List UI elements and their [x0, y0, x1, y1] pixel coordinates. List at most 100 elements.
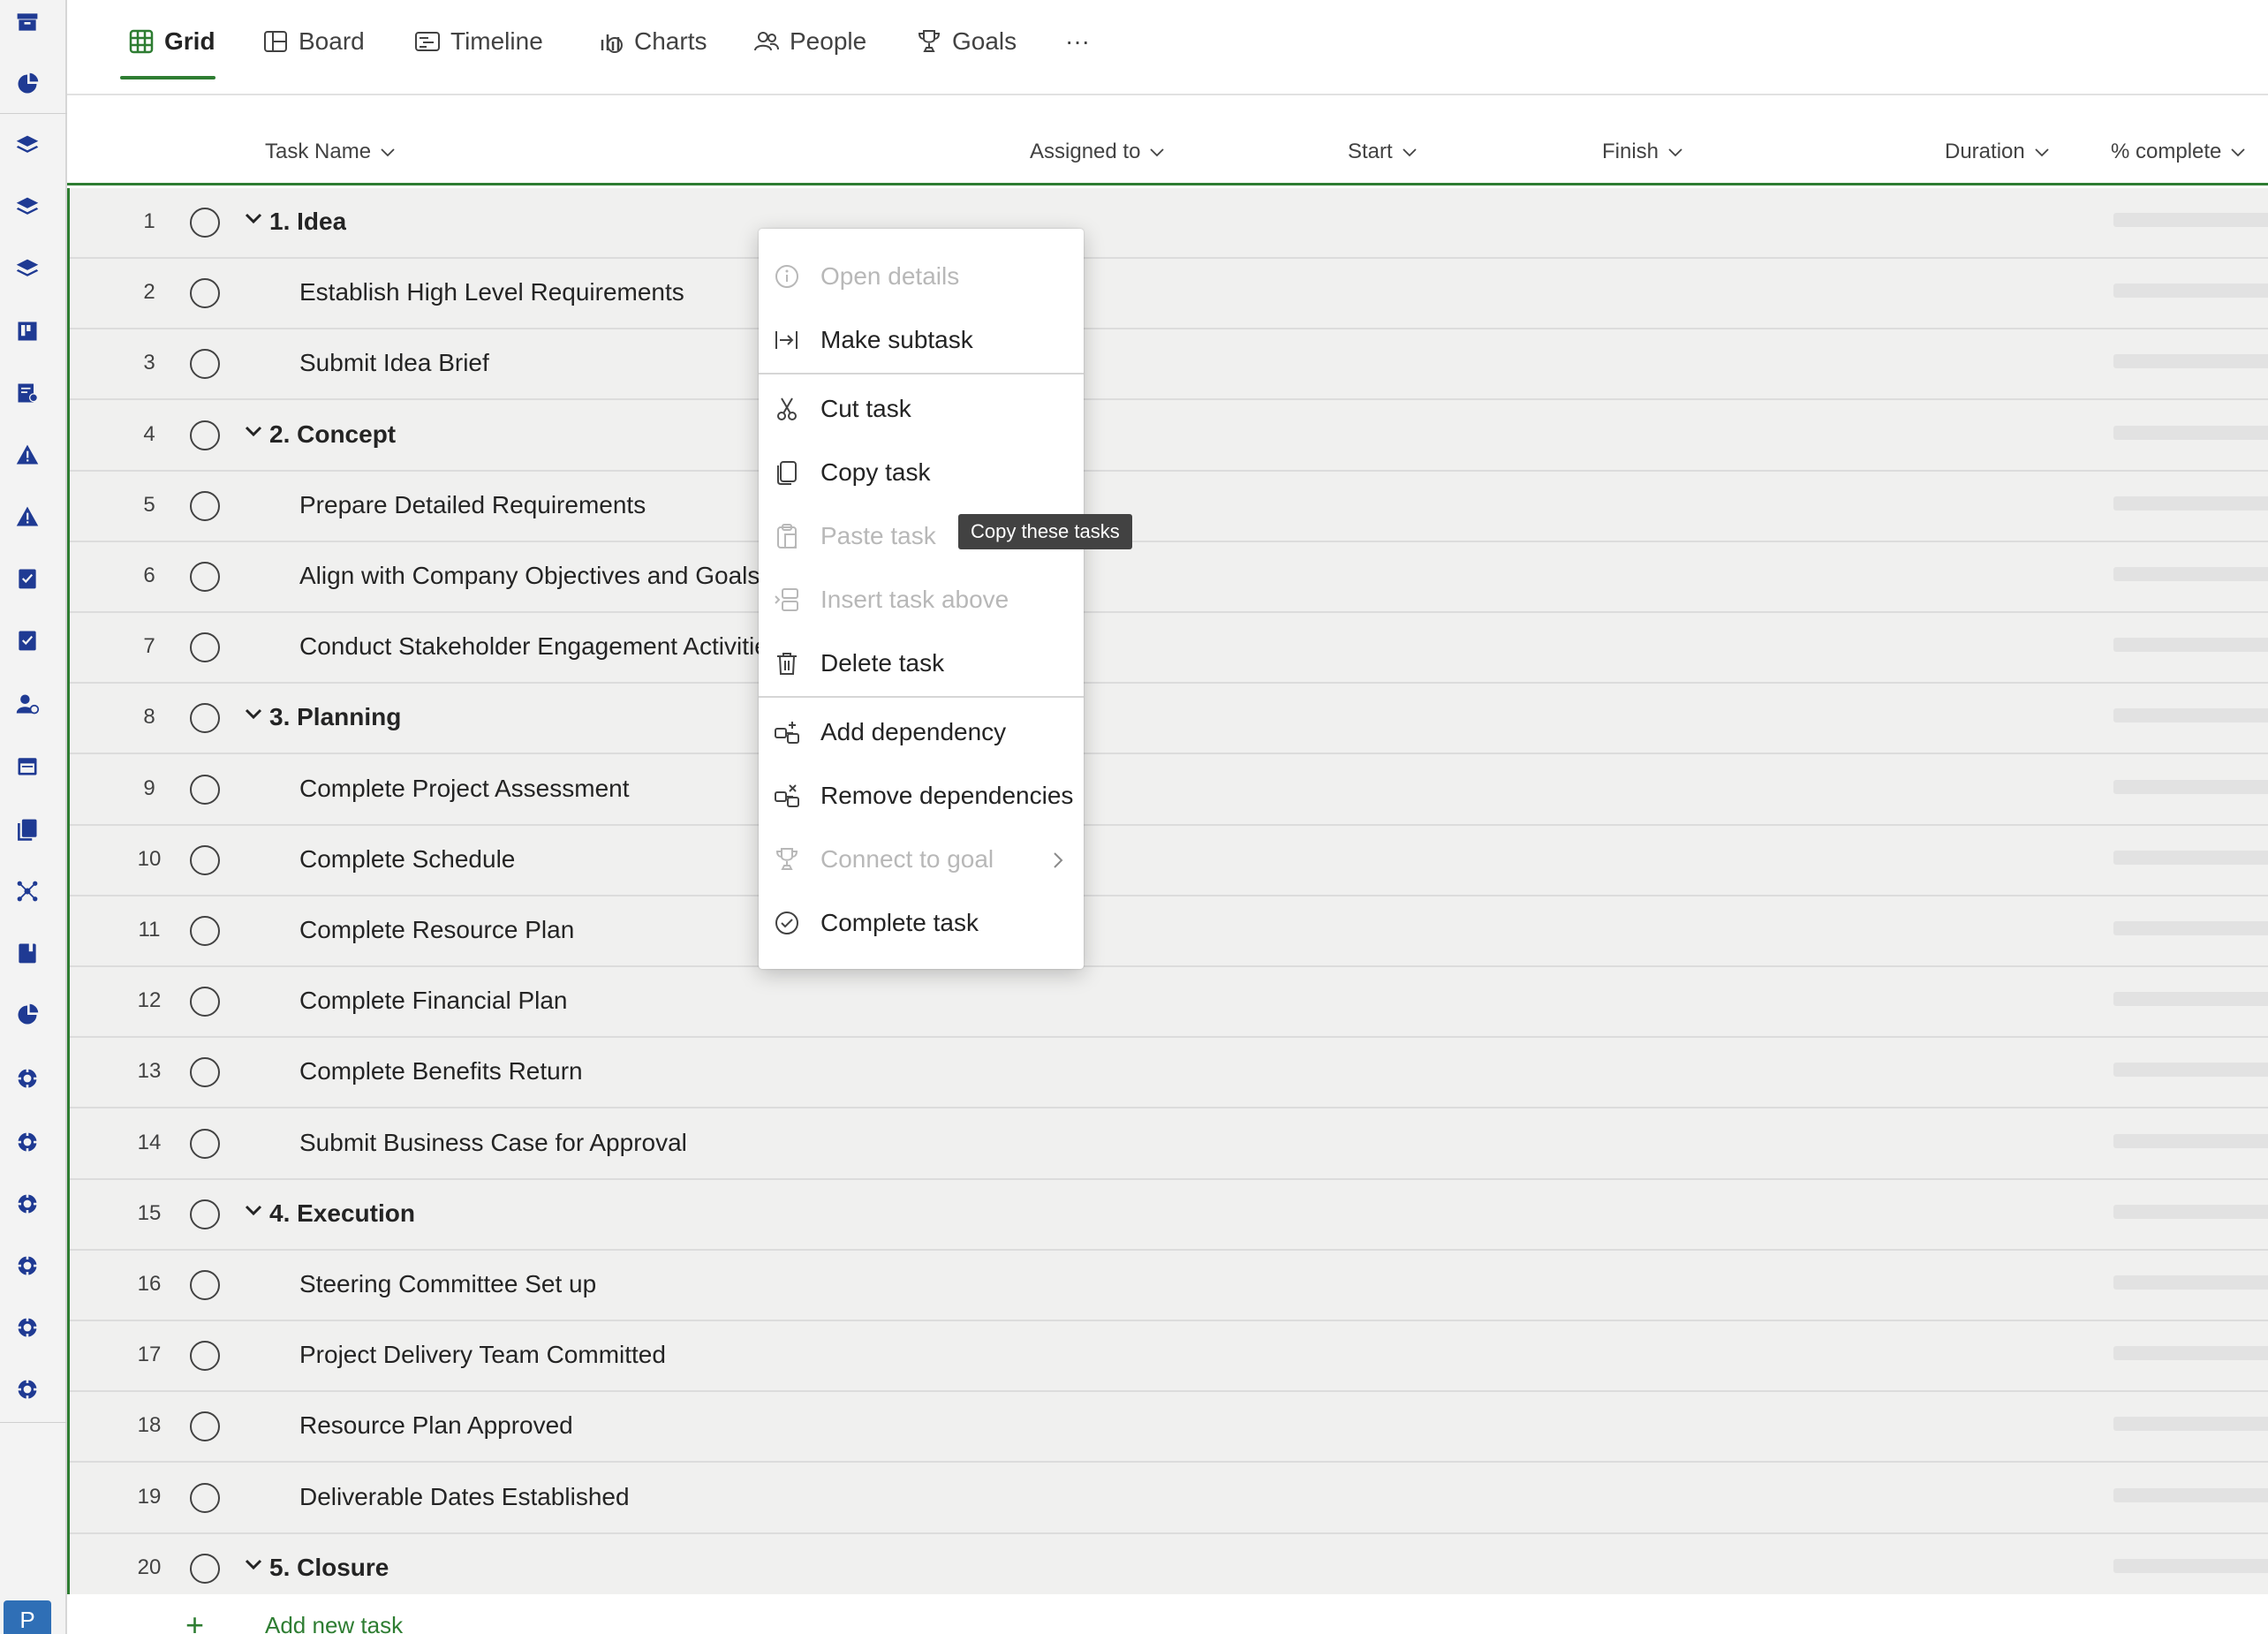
task-row[interactable]: 3 Submit Idea Brief — [70, 329, 2268, 401]
column-duration[interactable]: Duration — [1945, 140, 2052, 164]
complete-task-checkbox[interactable] — [190, 1482, 220, 1513]
complete-task-checkbox[interactable] — [190, 349, 220, 380]
complete-task-checkbox[interactable] — [190, 1057, 220, 1088]
complete-task-checkbox[interactable] — [190, 1411, 220, 1442]
collapse-toggle[interactable] — [243, 703, 264, 724]
summary-task-row[interactable]: 15 4. Execution — [70, 1180, 2268, 1251]
task-name[interactable]: Conduct Stakeholder Engagement Activitie — [299, 632, 768, 661]
task-name[interactable]: 3. Planning — [269, 703, 401, 731]
complete-task-checkbox[interactable] — [190, 774, 220, 805]
gear-icon[interactable] — [12, 1063, 42, 1093]
tab-goals[interactable]: Goals — [915, 21, 1017, 62]
gear-icon[interactable] — [12, 1312, 42, 1343]
more-tabs-button[interactable]: ··· — [1065, 21, 1090, 62]
task-name[interactable]: 4. Execution — [269, 1199, 415, 1228]
menu-item-add-dependency[interactable]: Add dependency — [759, 704, 1084, 760]
task-name[interactable]: Deliverable Dates Established — [299, 1483, 630, 1511]
task-name[interactable]: Prepare Detailed Requirements — [299, 491, 646, 519]
complete-task-checkbox[interactable] — [190, 1553, 220, 1584]
summary-task-row[interactable]: 1 1. Idea — [70, 188, 2268, 259]
task-row[interactable]: 14 Submit Business Case for Approval — [70, 1109, 2268, 1180]
tab-charts[interactable]: Charts — [597, 21, 707, 62]
menu-item-copy-task[interactable]: Copy task — [759, 444, 1084, 501]
complete-task-checkbox[interactable] — [190, 420, 220, 450]
collapse-toggle[interactable] — [243, 208, 264, 229]
complete-task-checkbox[interactable] — [190, 1128, 220, 1159]
task-name[interactable]: Complete Resource Plan — [299, 916, 574, 944]
complete-task-checkbox[interactable] — [190, 987, 220, 1017]
task-row[interactable]: 11 Complete Resource Plan — [70, 896, 2268, 967]
column-assigned-to[interactable]: Assigned to — [1030, 140, 1167, 164]
complete-task-checkbox[interactable] — [190, 1341, 220, 1372]
task-name[interactable]: 2. Concept — [269, 420, 396, 449]
collapse-toggle[interactable] — [243, 1199, 264, 1221]
complete-task-checkbox[interactable] — [190, 1199, 220, 1229]
task-row[interactable]: 17 Project Delivery Team Committed — [70, 1321, 2268, 1393]
network-icon[interactable] — [12, 876, 42, 906]
archive-icon[interactable] — [12, 7, 42, 37]
report-icon[interactable] — [12, 378, 42, 408]
documents-icon[interactable] — [12, 814, 42, 844]
complete-task-checkbox[interactable] — [190, 916, 220, 946]
resource-icon[interactable] — [12, 689, 42, 719]
calendar-icon[interactable] — [12, 751, 42, 781]
complete-task-checkbox[interactable] — [190, 278, 220, 309]
column-start[interactable]: Start — [1348, 140, 1419, 164]
task-name[interactable]: Resource Plan Approved — [299, 1411, 573, 1440]
avatar[interactable]: P — [4, 1600, 51, 1634]
task-row[interactable]: 5 Prepare Detailed Requirements — [70, 472, 2268, 542]
menu-item-delete-task[interactable]: Delete task — [759, 635, 1084, 692]
pie-chart-icon[interactable] — [12, 69, 42, 99]
task-name[interactable]: 5. Closure — [269, 1554, 389, 1582]
summary-task-row[interactable]: 8 3. Planning — [70, 684, 2268, 755]
collapse-toggle[interactable] — [243, 420, 264, 442]
task-name[interactable]: Establish High Level Requirements — [299, 278, 684, 306]
task-name[interactable]: Align with Company Objectives and Goals — [299, 562, 760, 590]
add-task-row[interactable]: + Add new task — [67, 1594, 2268, 1634]
task-row[interactable]: 7 Conduct Stakeholder Engagement Activiti… — [70, 613, 2268, 685]
complete-task-checkbox[interactable] — [190, 208, 220, 238]
complete-task-checkbox[interactable] — [190, 703, 220, 734]
gear-icon[interactable] — [12, 1127, 42, 1157]
task-name[interactable]: Submit Business Case for Approval — [299, 1129, 687, 1157]
task-row[interactable]: 6 Align with Company Objectives and Goals — [70, 542, 2268, 613]
column-finish[interactable]: Finish — [1602, 140, 1685, 164]
menu-item-complete-task[interactable]: Complete task — [759, 895, 1084, 951]
task-row[interactable]: 2 Establish High Level Requirements — [70, 259, 2268, 330]
task-name[interactable]: Complete Project Assessment — [299, 775, 630, 803]
tab-grid[interactable]: Grid — [127, 21, 215, 62]
summary-task-row[interactable]: 4 2. Concept — [70, 401, 2268, 472]
task-name[interactable]: Complete Schedule — [299, 845, 515, 874]
layers-icon[interactable] — [12, 131, 42, 161]
tab-timeline[interactable]: Timeline — [413, 21, 543, 62]
task-row[interactable]: 9 Complete Project Assessment — [70, 755, 2268, 826]
column-percent-complete[interactable]: % complete — [2111, 140, 2248, 164]
gear-icon[interactable] — [12, 1374, 42, 1404]
menu-item-cut-task[interactable]: Cut task — [759, 381, 1084, 437]
complete-task-checkbox[interactable] — [190, 490, 220, 521]
complete-task-checkbox[interactable] — [190, 1270, 220, 1300]
complete-task-checkbox[interactable] — [190, 632, 220, 663]
task-name[interactable]: Complete Benefits Return — [299, 1057, 583, 1086]
book-icon[interactable] — [12, 938, 42, 968]
gear-icon[interactable] — [12, 1251, 42, 1281]
warning-icon[interactable] — [12, 440, 42, 470]
task-name[interactable]: Project Delivery Team Committed — [299, 1341, 666, 1369]
pie-chart-icon[interactable] — [12, 1000, 42, 1030]
task-name[interactable]: Steering Committee Set up — [299, 1270, 596, 1298]
tab-people[interactable]: People — [752, 21, 866, 62]
layers-icon[interactable] — [12, 193, 42, 223]
task-row[interactable]: 10 Complete Schedule — [70, 826, 2268, 896]
task-row[interactable]: 12 Complete Financial Plan — [70, 967, 2268, 1039]
complete-task-checkbox[interactable] — [190, 844, 220, 875]
task-name[interactable]: Complete Financial Plan — [299, 987, 568, 1015]
task-name[interactable]: 1. Idea — [269, 208, 346, 236]
task-list-icon[interactable] — [12, 564, 42, 594]
complete-task-checkbox[interactable] — [190, 562, 220, 592]
tab-board[interactable]: Board — [261, 21, 365, 62]
task-row[interactable]: 16 Steering Committee Set up — [70, 1251, 2268, 1321]
menu-item-make-subtask[interactable]: Make subtask — [759, 312, 1084, 368]
menu-item-remove-dependencies[interactable]: Remove dependencies — [759, 768, 1084, 824]
board-icon[interactable] — [12, 316, 42, 346]
warning-icon[interactable] — [12, 502, 42, 532]
